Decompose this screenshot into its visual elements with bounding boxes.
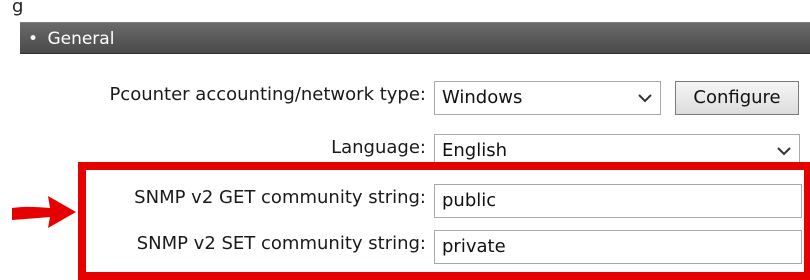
snmp-set-label: SNMP v2 SET community string: — [136, 233, 426, 254]
snmp-get-label: SNMP v2 GET community string: — [134, 187, 426, 208]
section-title: General — [47, 29, 115, 49]
chevron-down-icon — [638, 94, 652, 103]
language-value: English — [442, 140, 507, 161]
arrow-right-icon — [12, 196, 76, 228]
snmp-set-value: private — [442, 236, 506, 257]
configure-button[interactable]: Configure — [675, 81, 799, 115]
snmp-set-input[interactable]: private — [434, 230, 802, 264]
language-select[interactable]: English — [434, 134, 800, 168]
bullet-icon: • — [28, 29, 39, 49]
chevron-down-icon — [777, 147, 791, 156]
accounting-type-label: Pcounter accounting/network type: — [109, 84, 426, 105]
snmp-get-input[interactable]: public — [434, 184, 802, 218]
language-label: Language: — [331, 137, 426, 158]
clipped-heading: g — [12, 0, 24, 17]
section-header-general[interactable]: • General — [20, 22, 810, 54]
snmp-get-value: public — [442, 190, 497, 211]
accounting-type-select[interactable]: Windows — [434, 81, 661, 115]
accounting-type-value: Windows — [442, 87, 523, 108]
